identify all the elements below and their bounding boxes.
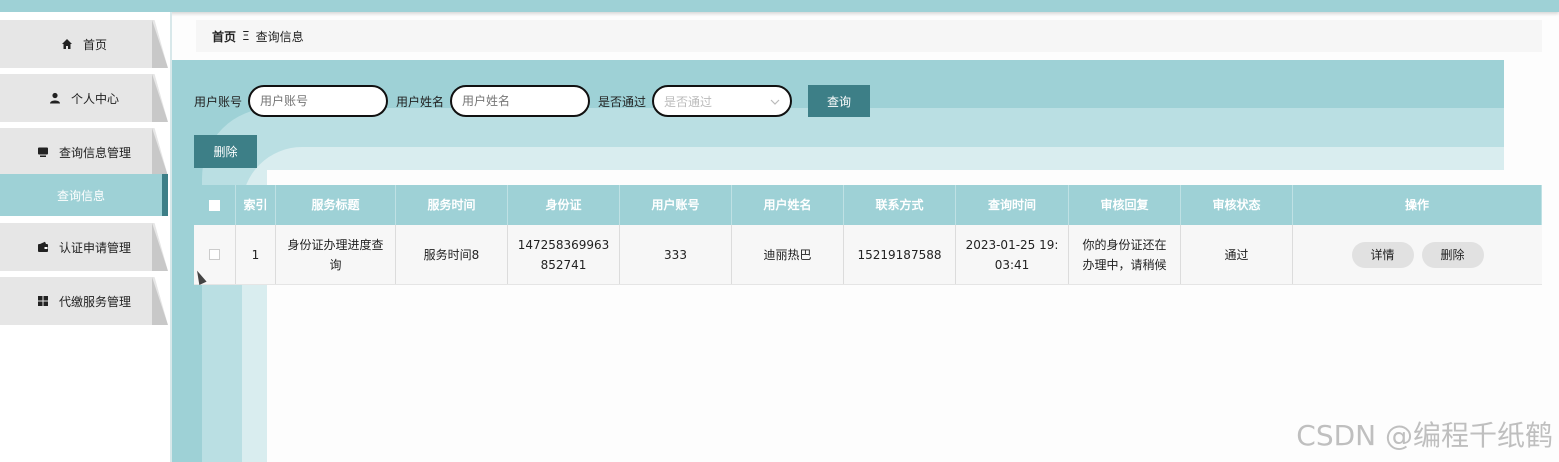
sidebar-item-label: 查询信息管理 (58, 145, 131, 160)
header-query-time: 查询时间 (956, 185, 1069, 225)
breadcrumb-current: 查询信息 (255, 29, 304, 44)
sidebar-item-query-manage[interactable]: 查询信息管理 (0, 128, 168, 176)
row-checkbox[interactable] (209, 249, 220, 260)
header-actions: 操作 (1293, 185, 1542, 225)
breadcrumb-separator: Ξ (242, 29, 250, 43)
sidebar-item-label: 个人中心 (70, 91, 119, 106)
home-icon (61, 38, 73, 50)
sidebar-item-cert-apply[interactable]: 认证申请管理 (0, 223, 168, 271)
header-status: 审核状态 (1181, 185, 1293, 225)
table-row: 1 身份证办理进度查询 服务时间8 147258369963852741 333… (194, 225, 1542, 285)
pass-select[interactable]: 是否通过 (652, 85, 793, 117)
sidebar-subitem-query-info[interactable]: 查询信息 (0, 174, 168, 216)
delete-button[interactable]: 删除 (194, 135, 257, 168)
sidebar-item-label: 认证申请管理 (58, 240, 131, 255)
cell-id-card: 147258369963852741 (508, 225, 620, 284)
header-phone: 联系方式 (844, 185, 956, 225)
sidebar-item-label: 首页 (82, 37, 107, 52)
header-id-card: 身份证 (508, 185, 620, 225)
header-service-time: 服务时间 (396, 185, 508, 225)
grid-icon (37, 295, 49, 307)
user-icon (49, 92, 61, 104)
cell-service-time: 服务时间8 (396, 225, 508, 284)
cell-title: 身份证办理进度查询 (276, 225, 396, 284)
sidebar-item-payment-service[interactable]: 代缴服务管理 (0, 277, 168, 325)
header-index: 索引 (236, 185, 276, 225)
cell-status: 通过 (1181, 225, 1293, 284)
search-bar: 用户账号 用户姓名 是否通过 是否通过 查询 (194, 85, 871, 117)
account-label: 用户账号 (194, 94, 243, 109)
chevron-down-icon (770, 94, 780, 108)
header-account: 用户账号 (620, 185, 732, 225)
detail-button[interactable]: 详情 (1351, 241, 1414, 268)
header-name: 用户姓名 (732, 185, 844, 225)
cell-name: 迪丽热巴 (732, 225, 844, 284)
table-header: 索引 服务标题 服务时间 身份证 用户账号 用户姓名 联系方式 查询时间 审核回… (194, 185, 1542, 225)
name-label: 用户姓名 (396, 94, 445, 109)
breadcrumb: 首页 Ξ 查询信息 (196, 20, 1542, 52)
top-bar (0, 0, 1559, 12)
sidebar-item-home[interactable]: 首页 (0, 20, 168, 68)
name-input[interactable] (450, 85, 591, 117)
main-content: 首页 Ξ 查询信息 用户账号 用户姓名 是否通过 是否通过 查询 删除 索引 服… (172, 12, 1559, 462)
query-button[interactable]: 查询 (808, 85, 871, 117)
cell-account: 333 (620, 225, 732, 284)
watermark: CSDN @编程千纸鹤 (1296, 419, 1553, 452)
breadcrumb-home[interactable]: 首页 (212, 28, 236, 45)
cell-reply: 你的身份证还在办理中，请稍候 (1069, 225, 1181, 284)
cell-index: 1 (236, 225, 276, 284)
pass-label: 是否通过 (598, 94, 647, 109)
data-table: 索引 服务标题 服务时间 身份证 用户账号 用户姓名 联系方式 查询时间 审核回… (194, 185, 1542, 285)
sidebar-item-label: 代缴服务管理 (58, 294, 131, 309)
sidebar-item-profile[interactable]: 个人中心 (0, 74, 168, 122)
cell-query-time: 2023-01-25 19:03:41 (956, 225, 1069, 284)
account-input[interactable] (248, 85, 389, 117)
sidebar: 首页 个人中心 查询信息管理 查询信息 认证申请管理 代缴服务管理 (0, 12, 172, 462)
row-delete-button[interactable]: 删除 (1421, 241, 1484, 268)
header-title: 服务标题 (276, 185, 396, 225)
header-reply: 审核回复 (1069, 185, 1181, 225)
cell-phone: 15219187588 (844, 225, 956, 284)
monitor-icon (37, 146, 49, 158)
wallet-icon (37, 241, 49, 253)
select-all-checkbox[interactable] (209, 199, 220, 211)
